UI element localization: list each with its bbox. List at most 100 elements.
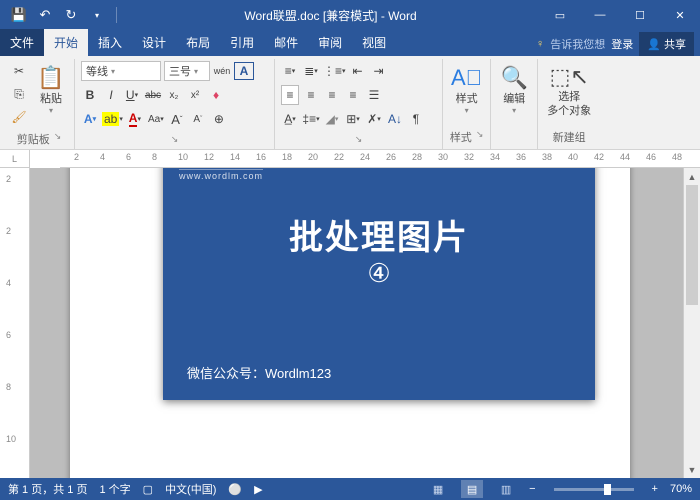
styles-button[interactable]: A⃯ 样式 ▾ — [447, 59, 486, 123]
group-styles: A⃯ 样式 ▾ 样式↘ — [443, 59, 491, 149]
find-icon: 🔍 — [500, 66, 527, 90]
decrease-indent-icon[interactable]: ⇤ — [349, 61, 367, 81]
font-size-combo[interactable]: 三号▾ — [164, 61, 210, 81]
scroll-thumb[interactable] — [686, 185, 698, 305]
undo-icon[interactable]: ↶ — [34, 4, 56, 26]
save-icon[interactable]: 💾 — [8, 4, 30, 26]
status-page[interactable]: 第 1 页，共 1 页 — [8, 481, 87, 497]
inserted-image[interactable]: Word联盟 www.wordlm.com 批处理图片 ④ 微信公众号：Word… — [163, 168, 595, 400]
format-painter-icon[interactable]: 🖌 — [10, 107, 28, 127]
status-insert-icon[interactable]: ⚪ — [228, 483, 242, 496]
tab-view[interactable]: 视图 — [352, 29, 396, 56]
scroll-down-icon[interactable]: ▼ — [684, 461, 700, 478]
paragraph-marks-icon[interactable]: ¶ — [407, 109, 425, 129]
select-multiple-button[interactable]: ⬚↖ 选择 多个对象 — [542, 59, 596, 123]
tab-mailings[interactable]: 邮件 — [264, 29, 308, 56]
text-effects-icon[interactable]: A▾ — [81, 109, 99, 129]
align-right-icon[interactable]: ≡ — [323, 85, 341, 105]
vertical-scrollbar[interactable]: ▲ ▼ — [683, 168, 700, 478]
zoom-out-button[interactable]: − — [529, 483, 535, 495]
show-marks-icon[interactable]: A↓ — [386, 109, 404, 129]
grow-font-icon[interactable]: Aˇ — [168, 109, 186, 129]
view-web-icon[interactable]: ▥ — [495, 480, 517, 498]
borders-icon[interactable]: ⊞▾ — [344, 109, 362, 129]
tab-home[interactable]: 开始 — [44, 29, 88, 56]
shrink-font-icon[interactable]: Aˇ — [189, 109, 207, 129]
qat-customize-icon[interactable]: ▾ — [86, 4, 108, 26]
tab-layout[interactable]: 布局 — [176, 29, 220, 56]
paste-button[interactable]: 📋 粘贴 ▾ — [32, 59, 70, 123]
tab-references[interactable]: 引用 — [220, 29, 264, 56]
tab-insert[interactable]: 插入 — [88, 29, 132, 56]
strikethrough-button[interactable]: abc — [144, 85, 162, 105]
editing-button[interactable]: 🔍 编辑 ▾ — [495, 59, 533, 123]
share-icon: 👤 — [647, 38, 661, 51]
numbering-icon[interactable]: ≣▾ — [302, 61, 320, 81]
bullets-icon[interactable]: ≡▾ — [281, 61, 299, 81]
tab-review[interactable]: 审阅 — [308, 29, 352, 56]
italic-button[interactable]: I — [102, 85, 120, 105]
underline-button[interactable]: U▾ — [123, 85, 141, 105]
status-proofing-icon[interactable]: ▢ — [143, 483, 153, 496]
bold-button[interactable]: B — [81, 85, 99, 105]
tell-me-input[interactable]: 告诉我您想 — [550, 36, 605, 52]
sort-icon[interactable]: ✗▾ — [365, 109, 383, 129]
line-spacing-icon[interactable]: ‡≡▾ — [302, 109, 320, 129]
zoom-level[interactable]: 70% — [670, 483, 692, 495]
font-family-combo[interactable]: 等线▾ — [81, 61, 161, 81]
cut-icon[interactable]: ✂ — [10, 61, 28, 81]
copy-icon[interactable]: ⎘ — [10, 84, 28, 104]
shading-icon[interactable]: ◢▾ — [323, 109, 341, 129]
paragraph-dialog-launcher[interactable]: ↘ — [355, 134, 363, 145]
slide-number: ④ — [163, 258, 595, 289]
superscript-button[interactable]: x² — [186, 85, 204, 105]
font-color-icon[interactable]: A▾ — [126, 109, 144, 129]
char-border-icon[interactable]: A — [234, 62, 254, 80]
align-left-icon[interactable]: ≡ — [281, 85, 299, 105]
horizontal-ruler[interactable]: 2468101214161820222426283032343638404244… — [60, 150, 700, 168]
slide-logo: Word联盟 www.wordlm.com — [179, 168, 263, 181]
ribbon: ✂ ⎘ 🖌 📋 粘贴 ▾ 剪贴板↘ 等线▾ 三号▾ wén A — [0, 56, 700, 150]
subscript-button[interactable]: x₂ — [165, 85, 183, 105]
clipboard-dialog-launcher[interactable]: ↘ — [54, 131, 62, 147]
ribbon-options-icon[interactable]: ▭ — [540, 0, 580, 30]
phonetic-guide-icon[interactable]: wén — [213, 61, 231, 81]
zoom-slider[interactable] — [554, 488, 634, 491]
paste-icon: 📋 — [37, 66, 64, 90]
status-bar: 第 1 页，共 1 页 1 个字 ▢ 中文(中国) ⚪ ▶ ▦ ▤ ▥ − + … — [0, 478, 700, 500]
zoom-in-button[interactable]: + — [652, 483, 658, 495]
signin-link[interactable]: 登录 — [611, 36, 633, 52]
tab-design[interactable]: 设计 — [132, 29, 176, 56]
justify-icon[interactable]: ≡ — [344, 85, 362, 105]
tab-file[interactable]: 文件 — [0, 29, 44, 56]
distribute-icon[interactable]: ☰ — [365, 85, 383, 105]
ribbon-tabs: 文件 开始 插入 设计 布局 引用 邮件 审阅 视图 ♀ 告诉我您想 登录 👤 … — [0, 30, 700, 56]
group-select-objects: ⬚↖ 选择 多个对象 新建组 — [538, 59, 600, 149]
multilevel-icon[interactable]: ⋮≡▾ — [323, 61, 346, 81]
view-read-icon[interactable]: ▦ — [427, 480, 449, 498]
status-language[interactable]: 中文(中国) — [165, 481, 216, 497]
document-canvas[interactable]: Word联盟 www.wordlm.com 批处理图片 ④ 微信公众号：Word… — [30, 168, 683, 478]
maximize-button[interactable]: ☐ — [620, 0, 660, 30]
share-button[interactable]: 👤 共享 — [639, 32, 694, 56]
slide-footer: 微信公众号：Wordlm123 — [187, 363, 331, 382]
status-macro-icon[interactable]: ▶ — [254, 483, 262, 496]
group-font: 等线▾ 三号▾ wén A B I U▾ abc x₂ x² ♦ A▾ ab▾ — [75, 59, 275, 149]
minimize-button[interactable]: — — [580, 0, 620, 30]
styles-dialog-launcher[interactable]: ↘ — [476, 129, 484, 145]
clear-format-icon[interactable]: ♦ — [207, 85, 225, 105]
view-print-icon[interactable]: ▤ — [461, 480, 483, 498]
close-button[interactable]: ✕ — [660, 0, 700, 30]
highlight-icon[interactable]: ab▾ — [102, 109, 123, 129]
scroll-up-icon[interactable]: ▲ — [684, 168, 700, 185]
char-shading-icon[interactable]: Aa▾ — [147, 109, 165, 129]
font-dialog-launcher[interactable]: ↘ — [171, 134, 179, 145]
status-wordcount[interactable]: 1 个字 — [99, 481, 130, 497]
lightbulb-icon: ♀ — [536, 38, 544, 50]
redo-icon[interactable]: ↻ — [60, 4, 82, 26]
text-direction-icon[interactable]: A̲▾ — [281, 109, 299, 129]
increase-indent-icon[interactable]: ⇥ — [370, 61, 388, 81]
enclose-char-icon[interactable]: ⊕ — [210, 109, 228, 129]
vertical-ruler[interactable]: 2246810 — [0, 168, 30, 478]
align-center-icon[interactable]: ≡ — [302, 85, 320, 105]
